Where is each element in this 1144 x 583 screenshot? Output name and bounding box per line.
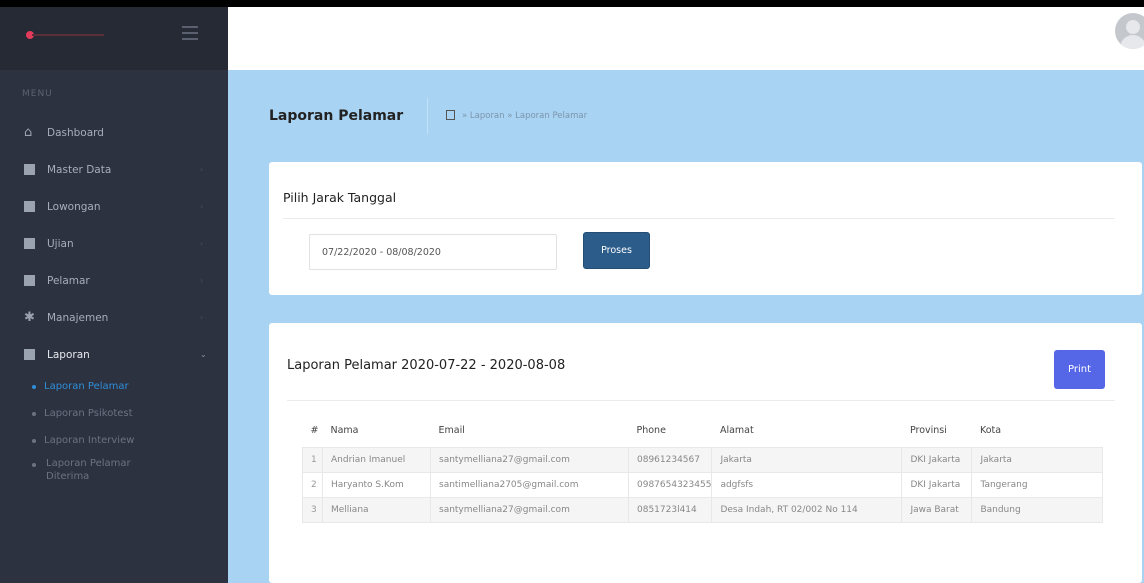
table-cell: adgfsfs (711, 471, 903, 498)
column-header: Alamat (711, 414, 902, 448)
sidebar-item-label: Pelamar (47, 274, 90, 287)
sidebar-subitem-laporan-pelamar[interactable]: Laporan Pelamar (0, 373, 228, 400)
column-header: Phone (628, 414, 712, 448)
home-icon[interactable] (446, 110, 455, 120)
table-cell: Jawa Barat (901, 496, 973, 523)
proses-button[interactable]: Proses (583, 232, 650, 269)
sidebar-subitem-label: Laporan Pelamar Diterima (46, 458, 131, 482)
sidebar-item-laporan[interactable]: Laporan ⌄ (0, 336, 228, 373)
table-cell: Tangerang (971, 471, 1103, 498)
brand-logo[interactable] (26, 31, 104, 39)
sidebar-item-ujian[interactable]: Ujian › (0, 225, 228, 262)
bullet-icon (32, 438, 36, 443)
table-cell: Bandung (971, 496, 1103, 523)
bullet-icon (32, 463, 36, 467)
table-cell: DKI Jakarta (901, 471, 973, 498)
chevron-right-icon: › (200, 239, 204, 248)
sidebar-item-label: Laporan (47, 348, 90, 361)
chevron-right-icon: › (200, 202, 204, 211)
sidebar-subitem-label: Laporan Interview (44, 435, 135, 446)
column-header: # (302, 414, 323, 448)
report-title: Laporan Pelamar 2020-07-22 - 2020-08-08 (287, 358, 566, 373)
sidebar-header (0, 7, 228, 70)
top-header (228, 7, 1144, 70)
sidebar-item-pelamar[interactable]: Pelamar › (0, 262, 228, 299)
table-cell: 0851723l414 (627, 496, 713, 523)
sidebar-item-dashboard[interactable]: ⌂ Dashboard (0, 114, 228, 151)
table-cell: 3 (302, 496, 323, 523)
table-cell: DKI Jakarta (901, 446, 973, 473)
sidebar-item-label: Lowongan (47, 200, 101, 213)
column-header: Provinsi (901, 414, 972, 448)
table-cell: 2 (302, 471, 323, 498)
user-icon (24, 275, 35, 286)
table-cell: Haryanto S.Kom (322, 471, 431, 498)
table-cell: santymelliana27@gmail.com (430, 496, 629, 523)
table-cell: 0987654323455 (627, 471, 713, 498)
table-cell: Desa Indah, RT 02/002 No 114 (711, 496, 903, 523)
sidebar-item-manajemen[interactable]: ✱ Manajemen › (0, 299, 228, 336)
sidebar-item-label: Ujian (47, 237, 74, 250)
filter-card-title: Pilih Jarak Tanggal (283, 190, 397, 205)
table-row: 1 Andrian Imanuel santymelliana27@gmail.… (302, 446, 1103, 473)
date-filter-card: Pilih Jarak Tanggal 07/22/2020 - 08/08/2… (269, 162, 1142, 295)
chevron-right-icon: › (200, 276, 204, 285)
date-range-input[interactable]: 07/22/2020 - 08/08/2020 (309, 234, 557, 270)
top-strip (0, 0, 1144, 7)
page-title: Laporan Pelamar (269, 108, 404, 124)
table-cell: 1 (302, 446, 323, 473)
sidebar-item-label: Master Data (47, 163, 112, 176)
table-header-row: # Nama Email Phone Alamat Provinsi Kota (302, 414, 1103, 448)
table-cell: Andrian Imanuel (322, 446, 431, 473)
sidebar-subitem-laporan-psikotest[interactable]: Laporan Psikotest (0, 400, 228, 427)
applicant-table: # Nama Email Phone Alamat Provinsi Kota … (302, 414, 1103, 523)
chevron-right-icon: › (200, 165, 204, 174)
sidebar-item-master-data[interactable]: Master Data › (0, 151, 228, 188)
sidebar-subitem-laporan-pelamar-diterima[interactable]: Laporan Pelamar Diterima (0, 454, 228, 492)
chevron-down-icon: ⌄ (200, 350, 207, 359)
breadcrumb: » Laporan » Laporan Pelamar (462, 111, 588, 121)
chevron-right-icon: › (200, 313, 204, 322)
sidebar-subitem-laporan-interview[interactable]: Laporan Interview (0, 427, 228, 454)
table-row: 2 Haryanto S.Kom santimelliana2705@gmail… (302, 471, 1103, 498)
sidebar-item-lowongan[interactable]: Lowongan › (0, 188, 228, 225)
bullet-icon (32, 384, 36, 389)
list-icon (24, 238, 35, 249)
table-cell: Melliana (322, 496, 431, 523)
user-avatar[interactable] (1115, 13, 1144, 49)
column-header: Kota (971, 414, 1103, 448)
table-row: 3 Melliana santymelliana27@gmail.com 085… (302, 496, 1103, 523)
folder-icon (24, 164, 35, 175)
briefcase-icon (24, 201, 35, 212)
sidebar-subitem-label: Laporan Pelamar (44, 381, 129, 392)
table-cell: Jakarta (971, 446, 1103, 473)
folder-icon (24, 349, 35, 360)
report-card: Laporan Pelamar 2020-07-22 - 2020-08-08 … (269, 323, 1142, 583)
table-cell: santimelliana2705@gmail.com (430, 471, 629, 498)
divider (287, 400, 1115, 401)
hamburger-menu-icon[interactable] (182, 26, 200, 42)
breadcrumb-divider (427, 98, 428, 134)
divider (283, 218, 1115, 219)
sidebar-item-label: Dashboard (47, 126, 104, 139)
column-header: Nama (322, 414, 431, 448)
sidebar-item-label: Manajemen (47, 311, 109, 324)
bullet-icon (32, 411, 36, 416)
sidebar: MENU ⌂ Dashboard Master Data › Lowongan … (0, 7, 228, 583)
gear-icon: ✱ (24, 310, 35, 325)
table-cell: 08961234567 (627, 446, 713, 473)
table-cell: santymelliana27@gmail.com (430, 446, 629, 473)
print-button[interactable]: Print (1054, 350, 1105, 389)
home-icon: ⌂ (24, 125, 33, 140)
table-cell: Jakarta (711, 446, 903, 473)
sidebar-subitem-label: Laporan Psikotest (44, 408, 133, 419)
column-header: Email (430, 414, 629, 448)
menu-section-label: MENU (22, 89, 53, 99)
